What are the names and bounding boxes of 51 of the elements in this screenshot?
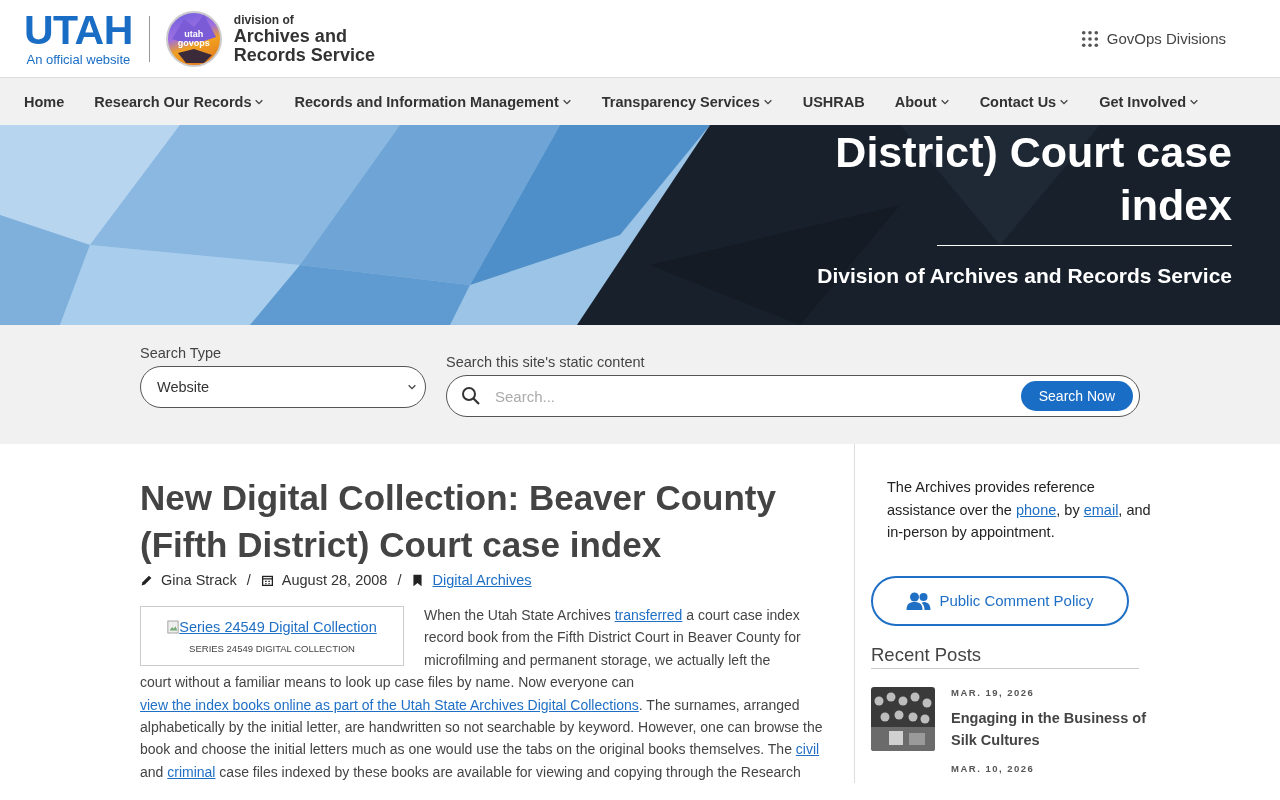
grid-icon xyxy=(1080,29,1099,48)
bookmark-icon xyxy=(411,573,425,587)
search-button[interactable]: Search Now xyxy=(1020,381,1133,411)
inline-link[interactable]: view the index books online as part of the Utah State Archives Digital Collections xyxy=(140,696,639,713)
post-title-link[interactable]: Engaging in the Business of Silk Cultures xyxy=(951,706,1156,751)
nav-link[interactable]: USHRAB xyxy=(802,93,865,110)
badge-text: govops xyxy=(177,38,210,48)
inline-link[interactable]: phone xyxy=(1015,501,1057,518)
post-date: August 28, 2008 xyxy=(281,572,388,588)
broken-image-icon xyxy=(167,619,180,634)
nav-link[interactable]: Research Our Records xyxy=(94,93,265,110)
search-icon xyxy=(461,386,481,406)
reference-note: The Archives provides reference assistance over the phone, by email, and in-person by appointment. xyxy=(887,478,1152,542)
nav-link[interactable]: Home xyxy=(24,93,65,110)
meta-separator: / xyxy=(397,572,402,588)
hero-subtitle: Division of Archives and Records Service xyxy=(816,264,1232,288)
author-name: Gina Strack xyxy=(161,572,237,588)
article-title: New Digital Collection: Beaver County (Fifth District) Court case index xyxy=(140,477,777,566)
nav-link[interactable]: Transparency Services xyxy=(601,93,773,110)
nav-link[interactable]: Get Involved xyxy=(1099,93,1200,110)
utah-logo[interactable]: UTAH xyxy=(24,10,133,49)
nav-link[interactable]: Contact Us xyxy=(979,93,1070,110)
division-name[interactable]: Archives and Records Service xyxy=(233,26,384,65)
category-link[interactable]: Digital Archives xyxy=(432,572,532,588)
inline-link[interactable]: civil xyxy=(795,741,820,758)
search-type-select[interactable]: Website xyxy=(140,366,426,408)
caret-icon xyxy=(407,382,417,392)
nav-link[interactable]: Records and Information Management xyxy=(294,93,572,110)
calendar-icon xyxy=(260,573,274,587)
public-comment-policy-button[interactable]: Public Comment Policy xyxy=(871,575,1129,626)
article-paragraph: court without a familiar means to look up case files by name. Now everyone can view the index books online as part of the Utah State Archives Digital Collections. The surnames, arranged alphabetically by the initial letter, are handwritten so not searchable by keyword. However, one can browse the book and choose the initial letters much as one would use the tabs on the original books themselves. The civil and criminal case files indexed by these books are available for viewing and copying through the Research xyxy=(140,673,824,782)
field-label: Search this site's static content xyxy=(446,354,646,370)
article-paragraph: When the Utah State Archives transferred a court case index record book from the Fifth District Court in Beaver County for microfilming and permanent storage, we actually left the xyxy=(424,606,802,670)
post-date: MAR. 10, 2026 xyxy=(951,762,1035,774)
people-icon xyxy=(906,590,932,611)
inline-link[interactable]: criminal xyxy=(167,763,216,780)
official-website-tagline: An official website xyxy=(26,51,131,67)
post-date: MAR. 19, 2026 xyxy=(951,686,1036,698)
division-prefix: division of xyxy=(233,12,295,27)
image-caption: SERIES 24549 DIGITAL COLLECTION xyxy=(189,642,355,654)
recent-posts-heading: Recent Posts xyxy=(871,643,1139,669)
nav-link[interactable]: About xyxy=(894,93,950,110)
divisions-link[interactable]: GovOps Divisions xyxy=(1080,29,1226,48)
search-field[interactable]: Search... Search Now xyxy=(446,375,1140,417)
hero-title: District) Court case index xyxy=(834,127,1232,231)
broken-image-link[interactable]: Series 24549 Digital Collection xyxy=(167,618,377,635)
pencil-icon xyxy=(140,573,153,587)
field-label: Search Type xyxy=(140,345,223,361)
meta-separator: / xyxy=(246,572,251,588)
inline-link[interactable]: transferred xyxy=(614,607,683,623)
badge-text: utah xyxy=(184,29,204,39)
